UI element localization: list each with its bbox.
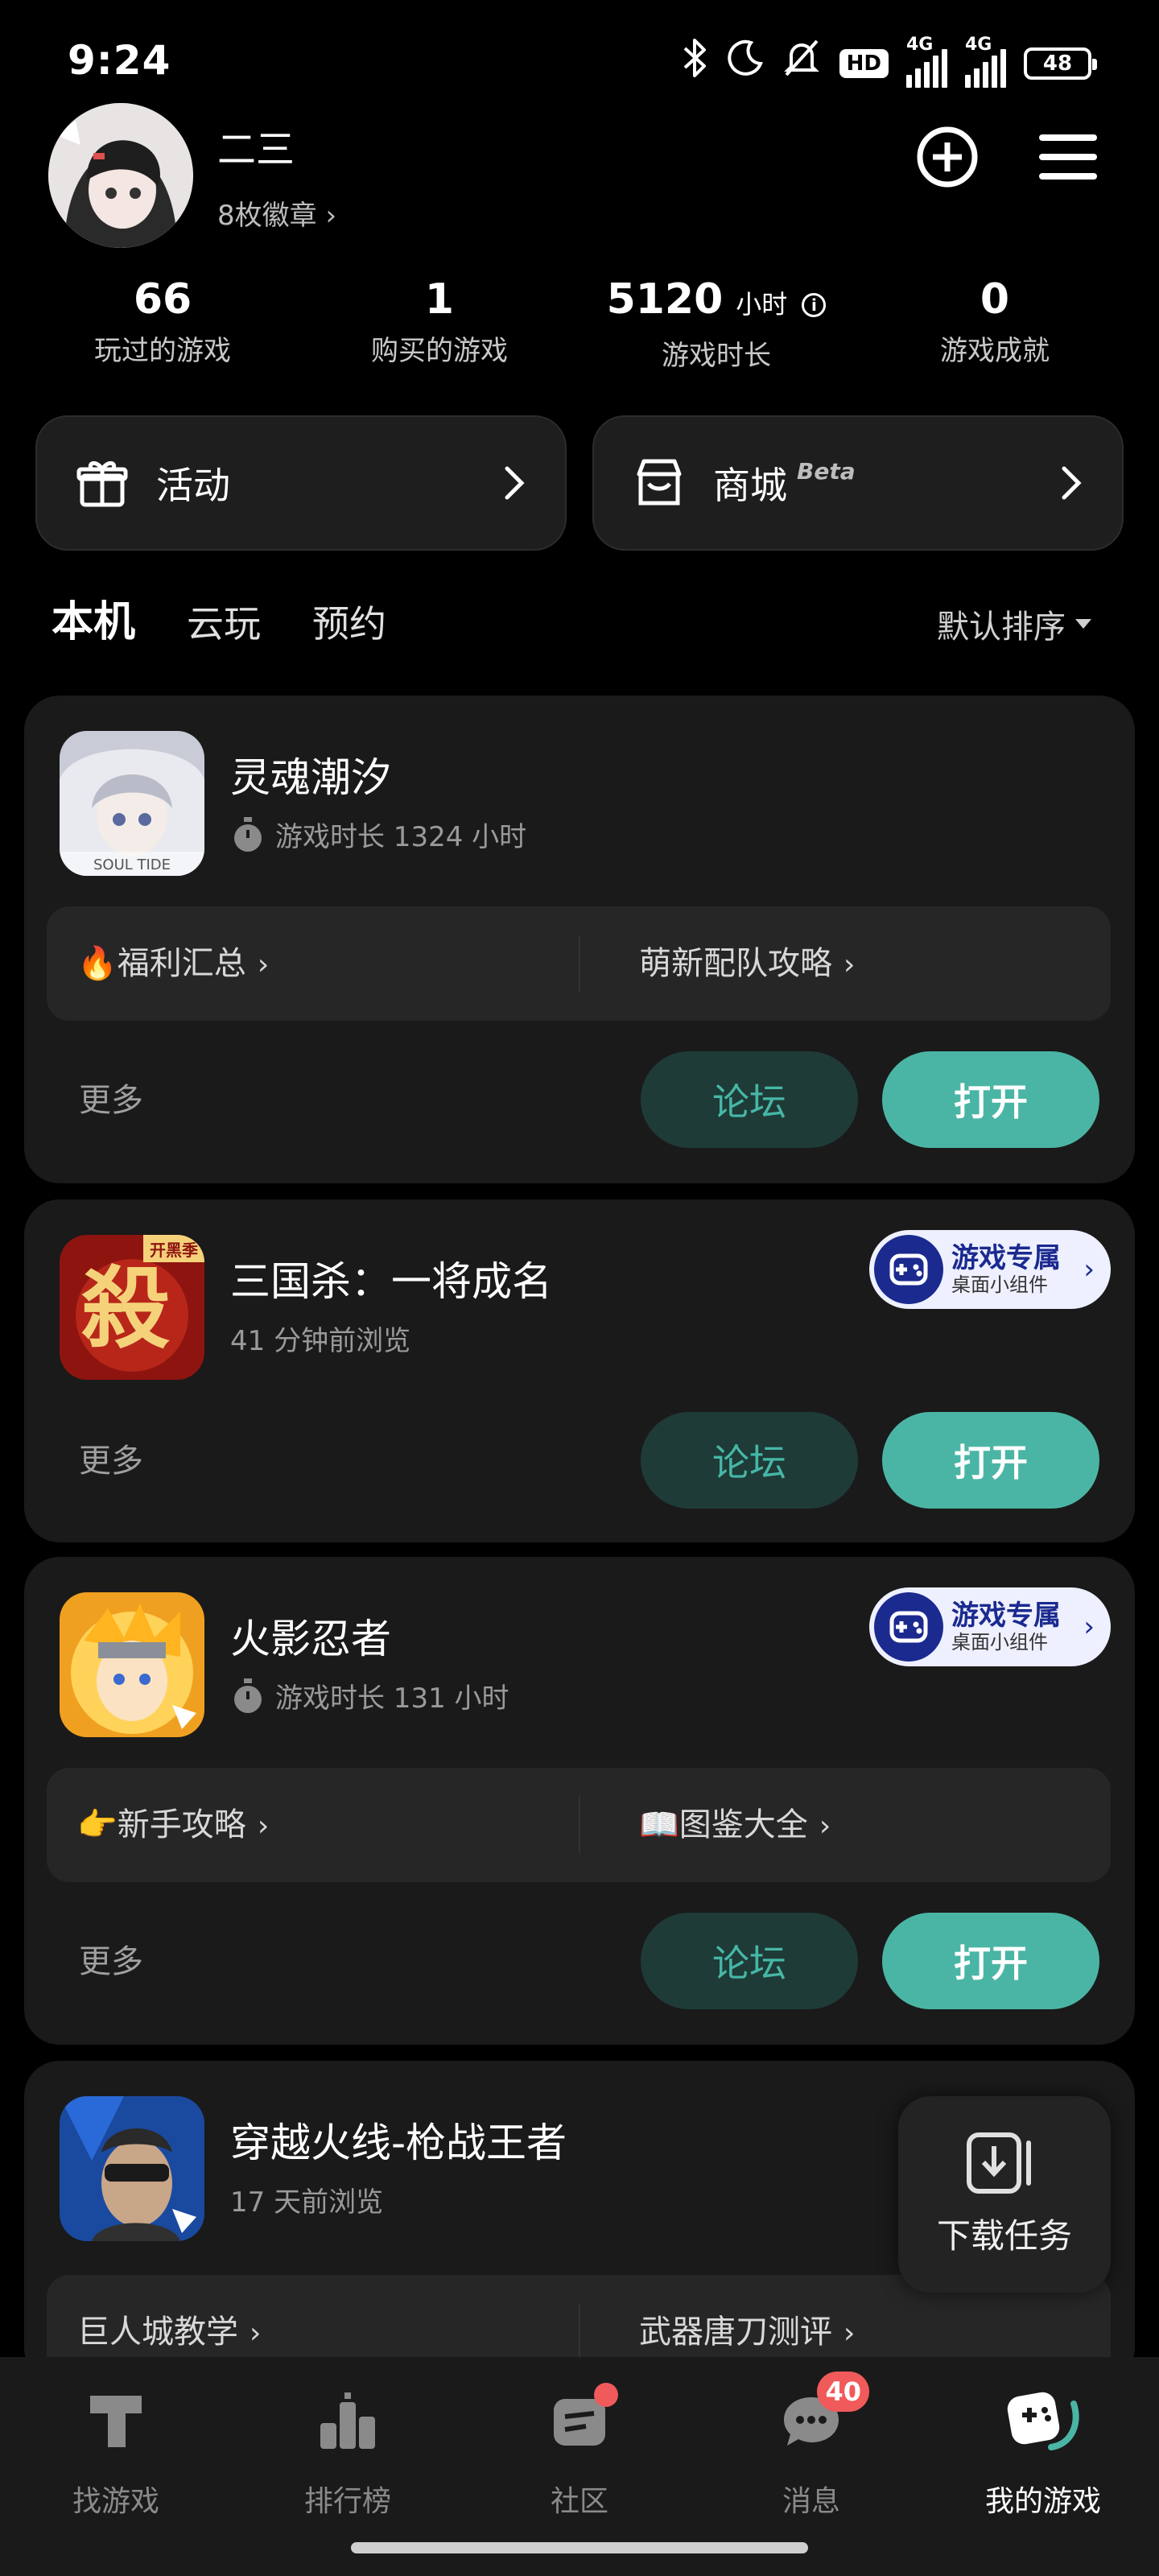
signal-icon-2: 4G [965, 35, 1006, 88]
divider [579, 935, 580, 992]
nav-message[interactable]: 40 消息 [695, 2372, 927, 2520]
svg-text:SOUL TIDE: SOUL TIDE [93, 857, 171, 873]
svg-text:开黑季: 开黑季 [150, 1241, 198, 1260]
link-welfare[interactable]: 🔥福利汇总 › [77, 906, 269, 1021]
caret-down-icon [1075, 619, 1091, 629]
widget-promo[interactable]: 游戏专属 桌面小组件 › [869, 1587, 1111, 1666]
open-button[interactable]: 打开 [882, 1412, 1099, 1509]
tab-cloud[interactable]: 云玩 [187, 595, 261, 648]
open-button[interactable]: 打开 [882, 1913, 1099, 2009]
game-title: 灵魂潮汐 [230, 754, 391, 801]
forum-button[interactable]: 论坛 [641, 1913, 858, 2009]
game-icon: 殺 开黑季 [60, 1235, 204, 1380]
activity-card[interactable]: 活动 [35, 415, 567, 551]
forum-button[interactable]: 论坛 [641, 1412, 858, 1509]
stats-row: 66 玩过的游戏 1 购买的游戏 5120 小时 i 游戏时长 0 游戏成就 [0, 274, 1159, 378]
game-title: 三国杀：一将成名 [230, 1258, 552, 1305]
my-game-icon [1004, 2383, 1082, 2460]
sort-dropdown[interactable]: 默认排序 [937, 601, 1091, 647]
status-time: 9:24 [68, 37, 171, 84]
nav-find-game[interactable]: 找游戏 [0, 2383, 232, 2520]
tab-local[interactable]: 本机 [46, 588, 141, 651]
store-card[interactable]: 商城 Beta [592, 415, 1124, 551]
tab-bar: 本机 云玩 预约 [46, 588, 386, 651]
add-button[interactable] [911, 121, 984, 193]
svg-text:殺: 殺 [81, 1257, 170, 1360]
store-label: 商城 [713, 464, 787, 507]
menu-button[interactable] [1032, 121, 1104, 193]
stat-playtime[interactable]: 5120 小时 i 游戏时长 [580, 274, 853, 373]
gamepad-icon [874, 1592, 943, 1662]
info-icon[interactable]: i [802, 293, 827, 317]
stat-purchased[interactable]: 1 购买的游戏 [303, 274, 576, 368]
game-card[interactable]: 殺 开黑季 三国杀：一将成名 41 分钟前浏览 游戏专属 桌面小组件 › 更多 论… [24, 1199, 1135, 1542]
game-icon [60, 2096, 204, 2241]
tab-reserve[interactable]: 预约 [312, 595, 386, 648]
game-title: 穿越火线-枪战王者 [230, 2120, 567, 2166]
nav-rank[interactable]: 排行榜 [232, 2383, 464, 2520]
community-icon [541, 2383, 618, 2460]
user-name[interactable]: 二三 [217, 118, 295, 174]
link-encyclopedia[interactable]: 📖图鉴大全 › [639, 1768, 831, 1882]
game-subtitle: 游戏时长 131 小时 [230, 1676, 509, 1715]
hd-badge: HD [839, 49, 889, 78]
chevron-right-icon: › [1083, 1611, 1095, 1643]
download-tasks-button[interactable]: 下载任务 [898, 2096, 1111, 2293]
more-button[interactable]: 更多 [79, 1074, 143, 1121]
home-indicator[interactable] [351, 2542, 808, 2553]
divider [579, 1797, 580, 1853]
game-subtitle: 41 分钟前浏览 [230, 1325, 411, 1357]
game-subtitle: 17 天前浏览 [230, 2186, 384, 2219]
gift-icon [76, 461, 128, 507]
bluetooth-icon [682, 37, 709, 90]
game-subtitle: 游戏时长 1324 小时 [230, 815, 526, 854]
battery-icon: 48 [1024, 47, 1097, 80]
status-icons: HD 4G 4G 48 [682, 35, 1097, 90]
stopwatch-icon [234, 816, 262, 852]
stat-achievements[interactable]: 0 游戏成就 [858, 274, 1132, 368]
gamepad-icon [874, 1235, 943, 1304]
game-icon: SOUL TIDE [60, 731, 204, 876]
signal-icon-1: 4G [906, 35, 947, 88]
stopwatch-icon [234, 1678, 262, 1713]
widget-promo[interactable]: 游戏专属 桌面小组件 › [869, 1230, 1111, 1309]
chevron-right-icon [505, 466, 525, 500]
store-icon [637, 459, 682, 506]
notification-dot [594, 2383, 618, 2407]
download-label: 下载任务 [936, 2215, 1072, 2256]
game-icon [60, 1592, 204, 1737]
mute-bell-icon [782, 38, 822, 89]
divider [579, 2304, 580, 2360]
link-beginner-guide[interactable]: 👉新手攻略 › [77, 1768, 269, 1882]
quick-links: 👉新手攻略 › 📖图鉴大全 › [47, 1768, 1111, 1882]
message-count-badge: 40 [817, 2372, 869, 2412]
message-icon: 40 [773, 2372, 869, 2460]
find-game-icon [77, 2383, 155, 2460]
plus-circle-icon [917, 126, 978, 188]
download-icon [967, 2132, 1031, 2194]
beta-tag: Beta [797, 457, 856, 485]
avatar[interactable] [48, 103, 193, 248]
quick-links: 🔥福利汇总 › 萌新配队攻略 › [47, 906, 1111, 1021]
stat-played[interactable]: 66 玩过的游戏 [26, 274, 299, 368]
chevron-right-icon: › [1083, 1253, 1095, 1286]
nav-community[interactable]: 社区 [464, 2383, 695, 2520]
game-card[interactable]: SOUL TIDE 灵魂潮汐 游戏时长 1324 小时 🔥福利汇总 › 萌新配队攻… [24, 696, 1135, 1183]
game-card[interactable]: 火影忍者 游戏时长 131 小时 游戏专属 桌面小组件 › 👉新手攻略 › 📖图鉴大… [24, 1557, 1135, 2045]
activity-label: 活动 [156, 464, 230, 507]
more-button[interactable]: 更多 [79, 1435, 143, 1481]
chevron-right-icon [1062, 466, 1082, 500]
link-team-guide[interactable]: 萌新配队攻略 › [639, 906, 855, 1021]
status-bar: 9:24 HD 4G 4G 48 [0, 0, 1159, 121]
moon-icon [727, 39, 764, 88]
more-button[interactable]: 更多 [79, 1935, 143, 1982]
forum-button[interactable]: 论坛 [641, 1051, 858, 1148]
rank-icon [309, 2383, 386, 2460]
open-button[interactable]: 打开 [882, 1051, 1099, 1148]
game-title: 火影忍者 [230, 1616, 391, 1662]
sort-label: 默认排序 [937, 609, 1066, 646]
hamburger-icon [1039, 134, 1097, 180]
badges-link[interactable]: 8枚徽章 › [217, 193, 336, 233]
nav-my-game[interactable]: 我的游戏 [927, 2383, 1159, 2520]
